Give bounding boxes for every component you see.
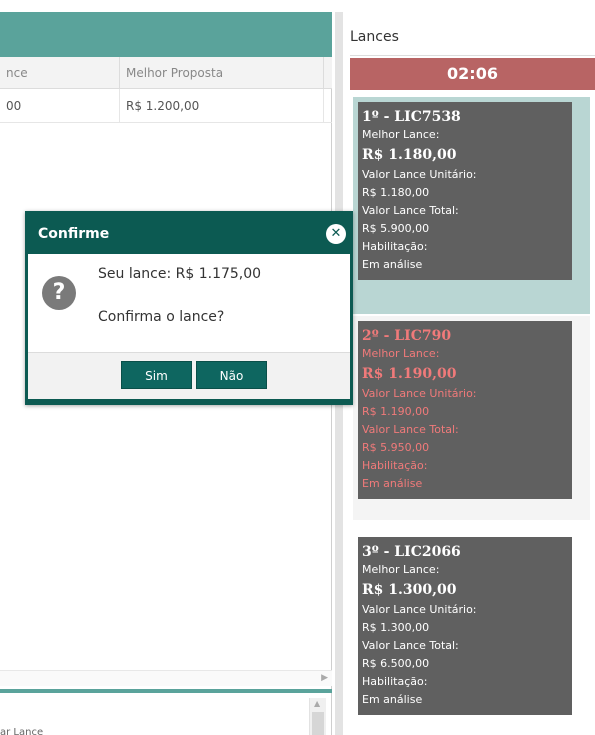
best-bid-label: Melhor Lance: bbox=[362, 128, 440, 141]
best-bid-value: R$ 1.180,00 bbox=[362, 147, 457, 163]
scroll-up-icon[interactable]: ▲ bbox=[314, 699, 320, 708]
bid-card-2: 2º - LIC790 Melhor Lance: R$ 1.190,00 Va… bbox=[353, 316, 590, 520]
no-button[interactable]: Não bbox=[196, 361, 267, 389]
question-icon: ? bbox=[42, 276, 76, 310]
dialog-body: ? Seu lance: R$ 1.175,00 Confirma o lanc… bbox=[28, 254, 350, 352]
yes-button[interactable]: Sim bbox=[121, 361, 192, 389]
unit-bid-label: Valor Lance Unitário: bbox=[362, 387, 477, 400]
table-row[interactable]: 00 R$ 1.200,00 bbox=[0, 89, 332, 123]
unit-bid-value: R$ 1.190,00 bbox=[362, 405, 430, 418]
dialog-title: Confirme bbox=[38, 226, 110, 242]
countdown-timer: 02:06 bbox=[350, 58, 595, 90]
best-bid-label: Melhor Lance: bbox=[362, 347, 440, 360]
horizontal-scrollbar[interactable]: ▶ bbox=[0, 670, 332, 686]
habilitacao-value: Em análise bbox=[362, 477, 423, 490]
bid-card-3: 3º - LIC2066 Melhor Lance: R$ 1.300,00 V… bbox=[353, 532, 590, 735]
unit-bid-label: Valor Lance Unitário: bbox=[362, 168, 477, 181]
app-root: nce Melhor Proposta 00 R$ 1.200,00 ▶ ▲ a… bbox=[0, 0, 595, 735]
best-bid-label: Melhor Lance: bbox=[362, 563, 440, 576]
lances-panel: Lances 02:06 1º - LIC7538 Melhor Lance: … bbox=[343, 12, 595, 735]
habilitacao-value: Em análise bbox=[362, 258, 423, 271]
table-cell-lance: 00 bbox=[0, 89, 120, 123]
dialog-footer: Sim Não bbox=[28, 352, 350, 399]
total-bid-label: Valor Lance Total: bbox=[362, 204, 459, 217]
bid-card-body: 3º - LIC2066 Melhor Lance: R$ 1.300,00 V… bbox=[358, 537, 572, 715]
scrollbar-thumb[interactable] bbox=[312, 712, 324, 735]
confirm-question: Confirma o lance? bbox=[98, 309, 225, 325]
bid-card-body: 2º - LIC790 Melhor Lance: R$ 1.190,00 Va… bbox=[358, 321, 572, 499]
dialog-title-bar: Confirme ✕ bbox=[28, 214, 350, 254]
column-header-lance[interactable]: nce bbox=[0, 57, 120, 89]
vertical-scrollbar[interactable]: ▲ bbox=[309, 698, 326, 735]
bid-amount-message: Seu lance: R$ 1.175,00 bbox=[98, 266, 262, 282]
total-bid-value: R$ 5.950,00 bbox=[362, 441, 430, 454]
confirm-dialog: Confirme ✕ ? Seu lance: R$ 1.175,00 Conf… bbox=[25, 211, 353, 405]
total-bid-value: R$ 6.500,00 bbox=[362, 657, 430, 670]
total-bid-label: Valor Lance Total: bbox=[362, 639, 459, 652]
best-bid-value: R$ 1.300,00 bbox=[362, 582, 457, 598]
total-bid-label: Valor Lance Total: bbox=[362, 423, 459, 436]
unit-bid-value: R$ 1.180,00 bbox=[362, 186, 430, 199]
column-headers: nce Melhor Proposta bbox=[0, 57, 332, 89]
habilitacao-label: Habilitação: bbox=[362, 459, 428, 472]
total-bid-value: R$ 5.900,00 bbox=[362, 222, 430, 235]
bid-title: 2º - LIC790 bbox=[362, 328, 452, 344]
close-icon[interactable]: ✕ bbox=[326, 224, 346, 244]
bid-card-body: 1º - LIC7538 Melhor Lance: R$ 1.180,00 V… bbox=[358, 102, 572, 280]
scroll-right-icon[interactable]: ▶ bbox=[321, 673, 328, 683]
best-bid-value: R$ 1.190,00 bbox=[362, 366, 457, 382]
unit-bid-value: R$ 1.300,00 bbox=[362, 621, 430, 634]
left-panel-header bbox=[0, 12, 332, 57]
habilitacao-label: Habilitação: bbox=[362, 675, 428, 688]
bottom-accent-bar bbox=[0, 689, 332, 693]
unit-bid-label: Valor Lance Unitário: bbox=[362, 603, 477, 616]
column-header-melhor-proposta[interactable]: Melhor Proposta bbox=[120, 57, 324, 89]
bottom-label: ar Lance bbox=[0, 727, 44, 735]
lances-title: Lances bbox=[350, 18, 595, 56]
table-cell-melhor-proposta: R$ 1.200,00 bbox=[120, 89, 324, 123]
bid-title: 1º - LIC7538 bbox=[362, 109, 461, 125]
bid-title: 3º - LIC2066 bbox=[362, 544, 461, 560]
habilitacao-label: Habilitação: bbox=[362, 240, 428, 253]
habilitacao-value: Em análise bbox=[362, 693, 423, 706]
bid-card-1: 1º - LIC7538 Melhor Lance: R$ 1.180,00 V… bbox=[353, 97, 590, 314]
